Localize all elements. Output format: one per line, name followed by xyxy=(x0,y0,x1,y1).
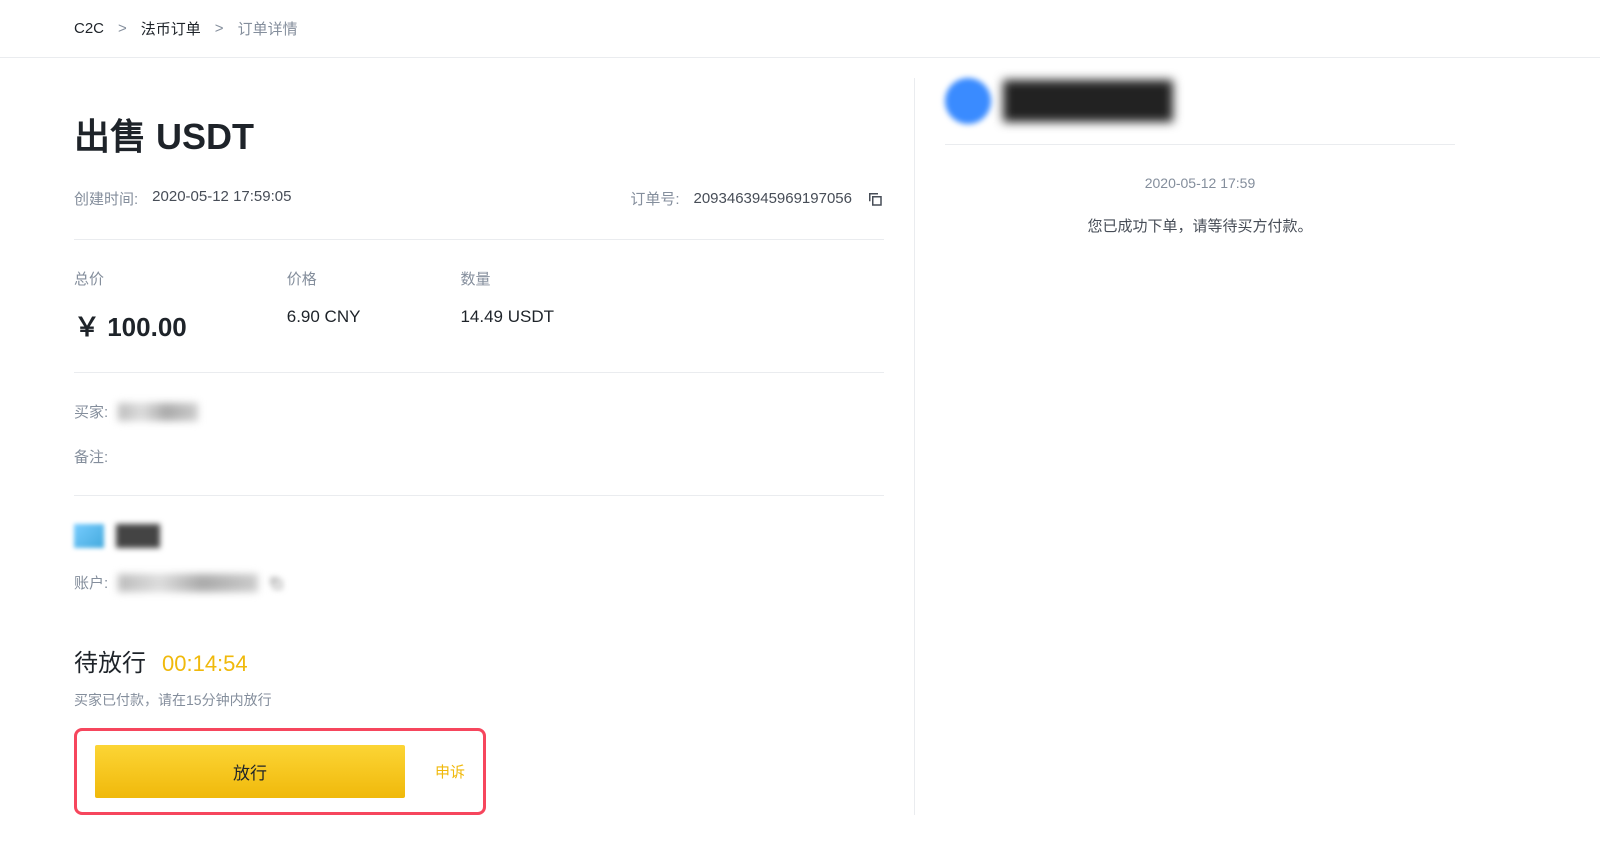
appeal-link[interactable]: 申诉 xyxy=(435,761,465,782)
chevron-right-icon: > xyxy=(118,20,127,37)
chat-header xyxy=(945,78,1455,145)
order-number-value: 2093463945969197056 xyxy=(693,190,852,207)
payment-section: 账户: xyxy=(74,496,884,603)
unit-price-value: 6.90 CNY xyxy=(287,307,361,327)
payment-method-icon xyxy=(74,524,104,548)
copy-icon[interactable] xyxy=(268,575,284,591)
amount-value: 14.49 USDT xyxy=(460,307,554,327)
total-price-label: 总价 xyxy=(74,268,187,289)
order-detail-panel: 出售 USDT 创建时间: 2020-05-12 17:59:05 订单号: 2… xyxy=(74,58,914,815)
countdown-timer: 00:14:54 xyxy=(162,651,248,677)
breadcrumb-c2c[interactable]: C2C xyxy=(74,20,104,37)
chat-system-message: 您已成功下单，请等待买方付款。 xyxy=(945,215,1455,236)
account-value-redacted xyxy=(118,574,258,592)
status-hint: 买家已付款，请在15分钟内放行 xyxy=(74,690,884,710)
unit-price-label: 价格 xyxy=(287,268,361,289)
order-meta-row: 创建时间: 2020-05-12 17:59:05 订单号: 209346394… xyxy=(74,188,884,240)
chat-panel: 2020-05-12 17:59 您已成功下单，请等待买方付款。 xyxy=(945,58,1455,815)
status-title: 待放行 xyxy=(74,643,146,678)
buyer-label: 买家: xyxy=(74,401,108,422)
amount-label: 数量 xyxy=(460,268,554,289)
chat-timestamp: 2020-05-12 17:59 xyxy=(945,175,1455,191)
account-label: 账户: xyxy=(74,572,108,593)
breadcrumb-order-detail: 订单详情 xyxy=(238,18,298,39)
copy-icon[interactable] xyxy=(866,190,884,208)
payment-method-name-redacted xyxy=(116,524,160,548)
page-title: 出售 USDT xyxy=(74,108,884,160)
created-time-label: 创建时间: xyxy=(74,188,138,209)
order-number-label: 订单号: xyxy=(630,188,679,209)
status-section: 待放行 00:14:54 买家已付款，请在15分钟内放行 放行 申诉 xyxy=(74,603,884,815)
chevron-right-icon: > xyxy=(215,20,224,37)
created-time-value: 2020-05-12 17:59:05 xyxy=(152,188,291,209)
buyer-name-redacted xyxy=(118,403,198,421)
total-price-value: ￥ 100.00 xyxy=(74,307,187,344)
avatar xyxy=(945,78,991,124)
buyer-section: 买家: 备注: xyxy=(74,373,884,496)
release-button[interactable]: 放行 xyxy=(95,745,405,798)
remark-label: 备注: xyxy=(74,449,108,466)
action-highlight: 放行 申诉 xyxy=(74,728,486,815)
breadcrumb: C2C > 法币订单 > 订单详情 xyxy=(0,0,1600,58)
breadcrumb-fiat-orders[interactable]: 法币订单 xyxy=(141,18,201,39)
order-summary: 总价 ￥ 100.00 价格 6.90 CNY 数量 14.49 USDT xyxy=(74,240,884,373)
counterparty-name-redacted xyxy=(1003,80,1173,122)
